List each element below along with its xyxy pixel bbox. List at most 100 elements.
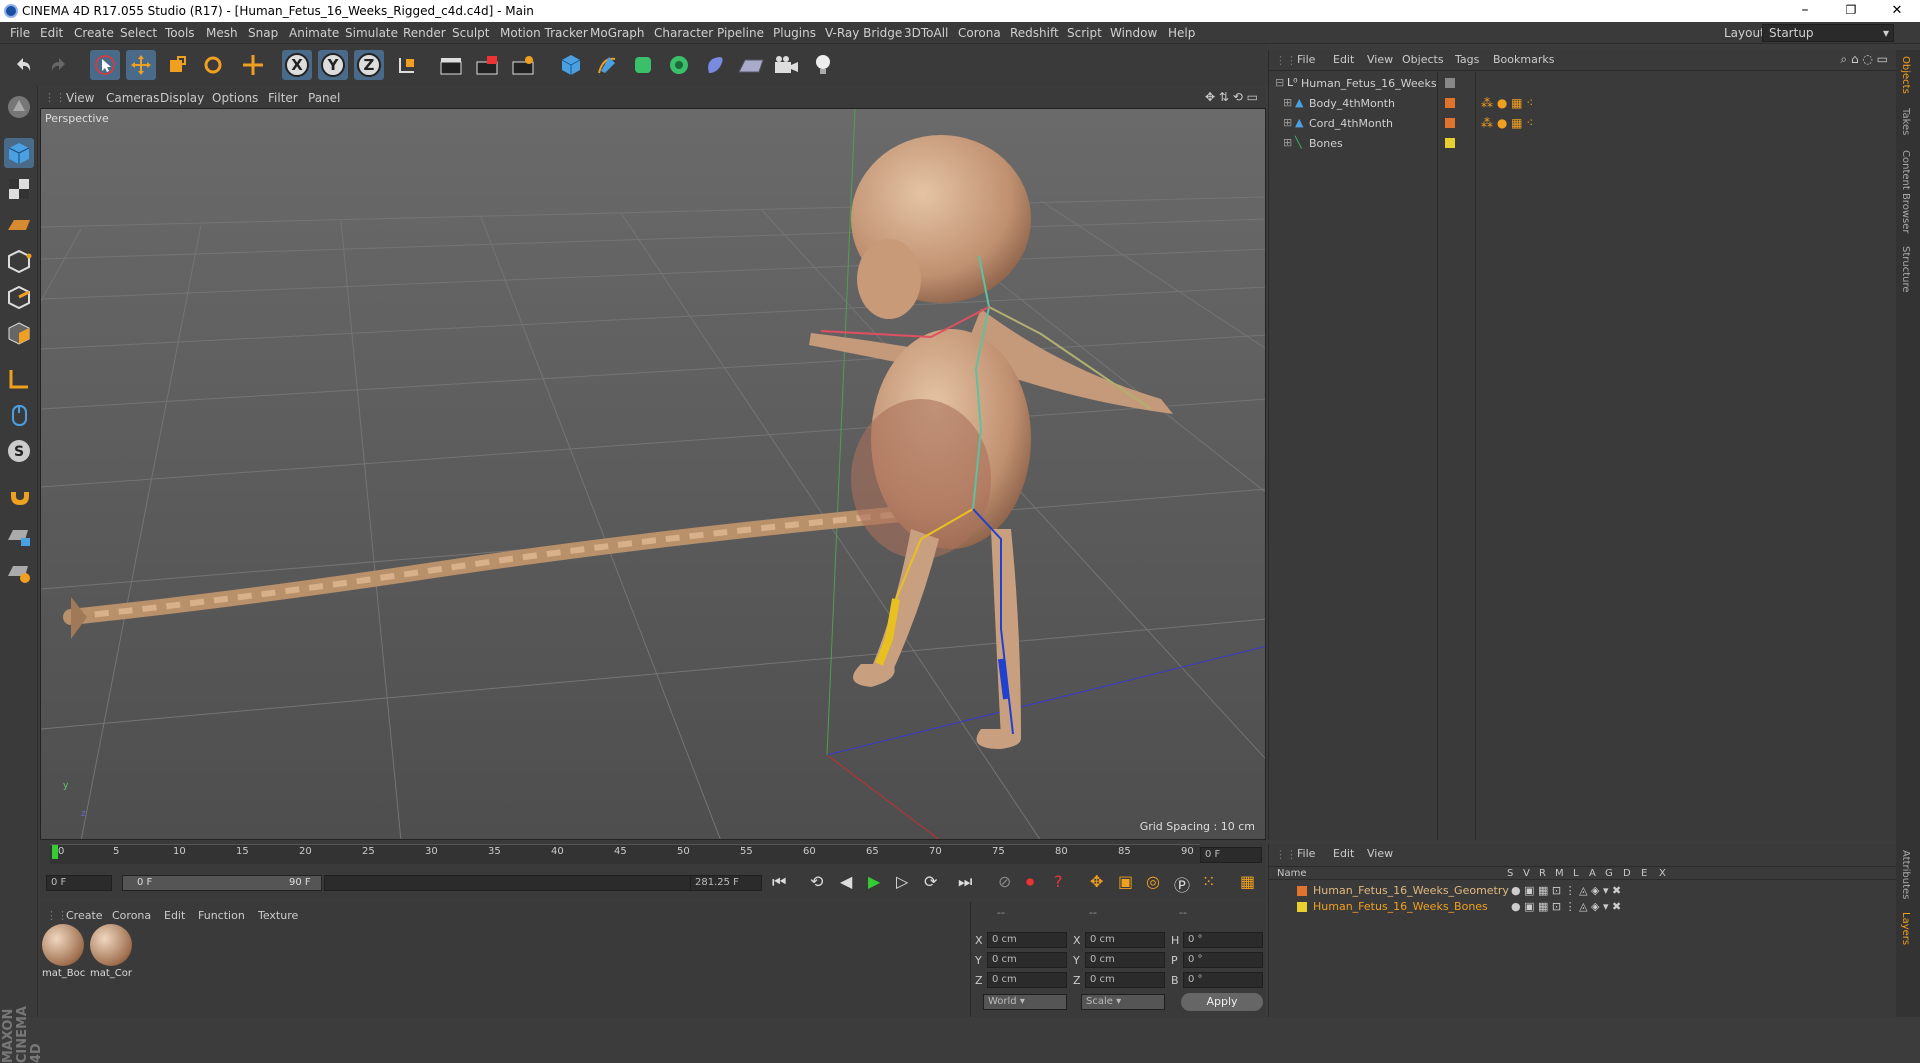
previous-key-button[interactable]: ⟲ [810, 872, 823, 891]
menu-plugins[interactable]: Plugins [773, 26, 816, 40]
pos-z-field[interactable]: 0 cm [987, 972, 1067, 988]
mat-menu-function[interactable]: Function [198, 909, 245, 922]
end-frame-field[interactable]: 281.25 F [690, 875, 762, 891]
object-row[interactable]: ⊞ ▲ Cord_4thMonth ⁂ ● ▦ ⁖ [1269, 114, 1897, 134]
select-tool-button[interactable] [90, 50, 120, 80]
cube-primitive-button[interactable] [556, 50, 586, 80]
close-button[interactable]: ✕ [1874, 0, 1920, 22]
subdivision-button[interactable] [628, 50, 658, 80]
mat-menu-create[interactable]: Create [66, 909, 103, 922]
layout-select[interactable]: Startup ▾ [1762, 24, 1894, 42]
tag-icons[interactable]: ⁂ ● ▦ ⁖ [1481, 96, 1533, 110]
next-key-button[interactable]: ⟳ [924, 872, 937, 891]
coord-mode-select[interactable]: World ▾ [983, 994, 1067, 1010]
coord-scale-select[interactable]: Scale ▾ [1081, 994, 1165, 1010]
material-item[interactable]: mat_Cor [90, 924, 134, 984]
menu-animate[interactable]: Animate [289, 26, 339, 40]
planar-workplane-button[interactable] [4, 558, 34, 588]
dock-tab-layers[interactable]: Layers [1900, 912, 1911, 945]
menu-snap[interactable]: Snap [248, 26, 278, 40]
obj-menu-view[interactable]: View [1367, 53, 1393, 66]
key-position-button[interactable]: ✥ [1090, 872, 1103, 891]
mat-menu-corona[interactable]: Corona [112, 909, 151, 922]
menu-mesh[interactable]: Mesh [206, 26, 238, 40]
obj-menu-tags[interactable]: Tags [1455, 53, 1479, 66]
key-rotation-button[interactable]: ◎ [1146, 872, 1160, 891]
autokey-button[interactable]: ⏺ [1026, 872, 1034, 892]
obj-menu-objects[interactable]: Objects [1402, 53, 1444, 66]
keyframe-selection-button[interactable]: ? [1054, 872, 1063, 891]
menu-sculpt[interactable]: Sculpt [452, 26, 489, 40]
vp-menu-display[interactable]: Display [160, 91, 204, 105]
menu-motion-tracker[interactable]: Motion Tracker [500, 26, 588, 40]
tweak-mode-button[interactable] [4, 400, 34, 430]
obj-menu-bookmarks[interactable]: Bookmarks [1493, 53, 1554, 66]
obj-menu-file[interactable]: File [1297, 53, 1315, 66]
vp-menu-panel[interactable]: Panel [308, 91, 340, 105]
render-settings-button[interactable] [508, 50, 538, 80]
size-x-field[interactable]: 0 cm [1085, 932, 1165, 948]
model-mode-button[interactable] [4, 138, 34, 168]
menu-file[interactable]: File [10, 26, 30, 40]
render-region-button[interactable] [472, 50, 502, 80]
object-row[interactable]: ⊞ ╲ Bones [1269, 134, 1897, 154]
timeline-window-button[interactable]: ▦ [1240, 872, 1255, 891]
rot-p-field[interactable]: 0 ° [1183, 952, 1263, 968]
dock-tab-attributes[interactable]: Attributes [1900, 850, 1911, 899]
layer-menu-edit[interactable]: Edit [1333, 847, 1354, 860]
menu-select[interactable]: Select [120, 26, 157, 40]
scale-tool-button[interactable] [162, 50, 192, 80]
light-button[interactable] [808, 50, 838, 80]
tag-icons[interactable]: ⁂ ● ▦ ⁖ [1481, 116, 1533, 130]
axis-mode-button[interactable] [4, 364, 34, 394]
mat-menu-texture[interactable]: Texture [258, 909, 298, 922]
viewport[interactable]: Perspective Grid Spacing : 10 cm y z [40, 108, 1266, 840]
vp-menu-view[interactable]: View [66, 91, 94, 105]
layer-menu-view[interactable]: View [1367, 847, 1393, 860]
range-slider[interactable]: 0 F 90 F [122, 875, 322, 891]
search-icon[interactable]: ⌕ ⌂ ◌ ▭ [1840, 52, 1888, 67]
next-frame-button[interactable]: ▷ [896, 872, 908, 891]
menu-redshift[interactable]: Redshift [1010, 26, 1059, 40]
start-frame-field[interactable]: 0 F [46, 875, 112, 891]
z-axis-button[interactable]: Z [354, 50, 384, 80]
collapse-icon[interactable]: ⊟ [1275, 76, 1284, 89]
expand-icon[interactable]: ⊞ [1283, 136, 1292, 149]
menu-tools[interactable]: Tools [165, 26, 195, 40]
move-tool-button[interactable] [126, 50, 156, 80]
layer-toggle-icons[interactable]: ● ▣ ▦ ⊡ ⋮ ◬ ◈ ▾ ✖ [1511, 900, 1621, 913]
material-item[interactable]: mat_Boc [42, 924, 86, 984]
menu-render[interactable]: Render [403, 26, 446, 40]
live-selection-button[interactable] [238, 50, 268, 80]
floor-button[interactable] [736, 50, 766, 80]
layer-toggle-icons[interactable]: ● ▣ ▦ ⊡ ⋮ ◬ ◈ ▾ ✖ [1511, 884, 1621, 897]
enable-snap-button[interactable] [4, 482, 34, 512]
expand-icon[interactable]: ⊞ [1283, 96, 1292, 109]
layer-row[interactable]: Human_Fetus_16_Weeks_Geometry ● ▣ ▦ ⊡ ⋮ … [1279, 884, 1879, 899]
menu-character[interactable]: Character [654, 26, 713, 40]
rot-h-field[interactable]: 0 ° [1183, 932, 1263, 948]
dock-tab-content-browser[interactable]: Content Browser [1900, 150, 1911, 233]
menu-3dtoall[interactable]: 3DToAll [904, 26, 948, 40]
viewport-nav-icons[interactable]: ✥ ⇅ ⟲ ▭ [1205, 90, 1258, 104]
spline-pen-button[interactable] [592, 50, 622, 80]
menu-help[interactable]: Help [1168, 26, 1195, 40]
menu-create[interactable]: Create [74, 26, 114, 40]
render-view-button[interactable] [436, 50, 466, 80]
mat-menu-edit[interactable]: Edit [164, 909, 185, 922]
layer-menu-file[interactable]: File [1297, 847, 1315, 860]
vp-menu-filter[interactable]: Filter [268, 91, 298, 105]
locked-workplane-button[interactable] [4, 522, 34, 552]
points-mode-button[interactable] [4, 246, 34, 276]
menu-corona[interactable]: Corona [958, 26, 1001, 40]
menu-edit[interactable]: Edit [40, 26, 63, 40]
object-row[interactable]: ⊟ L⁰ Human_Fetus_16_Weeks [1269, 74, 1897, 94]
current-frame-field[interactable]: 0 F [1200, 847, 1262, 863]
vp-menu-cameras[interactable]: Cameras [106, 91, 159, 105]
menu-script[interactable]: Script [1067, 26, 1102, 40]
dock-tab-objects[interactable]: Objects [1900, 56, 1911, 94]
workplane-button[interactable] [4, 210, 34, 240]
camera-button[interactable] [772, 50, 802, 80]
expand-icon[interactable]: ⊞ [1283, 116, 1292, 129]
coordinate-system-button[interactable] [392, 50, 422, 80]
